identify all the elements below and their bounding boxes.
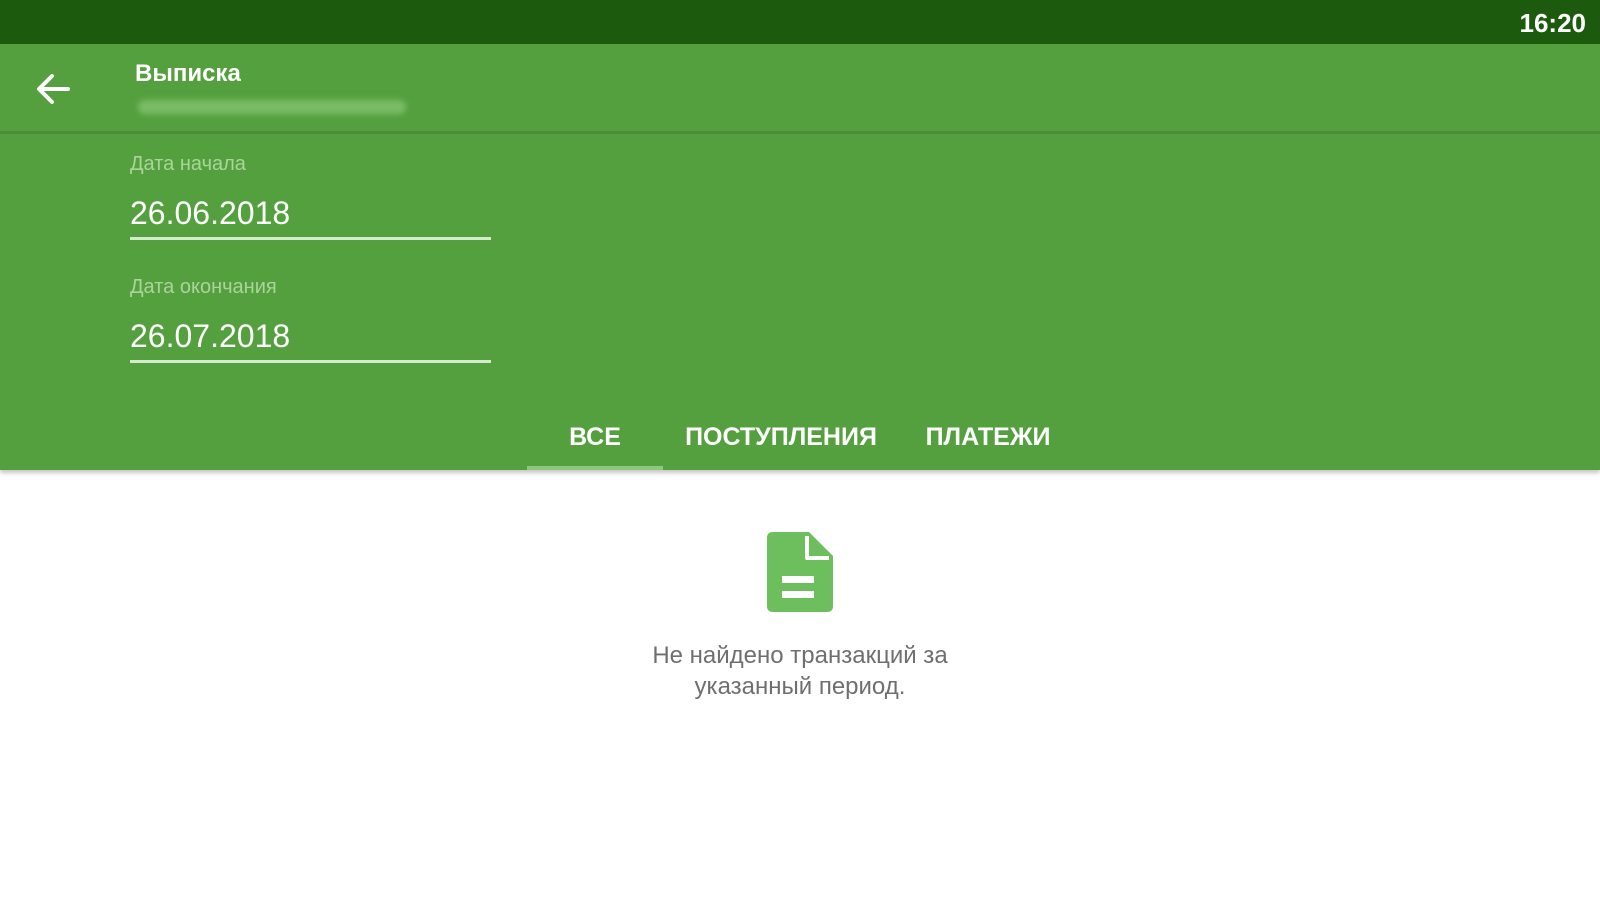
tab-all[interactable]: ВСЕ [527, 404, 663, 470]
status-time: 16:20 [1519, 8, 1587, 38]
start-date-label: Дата начала [130, 153, 246, 175]
tab-payments[interactable]: ПЛАТЕЖИ [912, 404, 1064, 470]
filter-panel: Дата начала 26.06.2018 Дата окончания 26… [0, 134, 1600, 470]
document-icon [767, 532, 833, 612]
status-bar: 16:20 [0, 0, 1600, 44]
page-title: Выписка [135, 60, 241, 87]
app-bar: Выписка [0, 44, 1600, 134]
tab-payments-label: ПЛАТЕЖИ [925, 423, 1051, 451]
arrow-left-icon [37, 74, 70, 104]
end-date-value[interactable]: 26.07.2018 [130, 317, 290, 355]
start-date-value[interactable]: 26.06.2018 [130, 194, 290, 232]
end-date-label: Дата окончания [130, 276, 277, 298]
account-number-blurred [138, 100, 406, 114]
empty-state-message: Не найдено транзакций за указанный перио… [550, 640, 1050, 702]
empty-state-line-1: Не найдено транзакций за [652, 642, 948, 669]
tab-all-label: ВСЕ [569, 423, 621, 451]
start-date-underline [130, 237, 491, 240]
tab-incoming-label: ПОСТУПЛЕНИЯ [685, 423, 877, 451]
tab-incoming[interactable]: ПОСТУПЛЕНИЯ [672, 404, 890, 470]
back-button[interactable] [24, 64, 84, 114]
end-date-underline [130, 360, 491, 363]
tab-selected-indicator [527, 466, 663, 470]
empty-state-line-2: указанный период. [694, 673, 906, 700]
